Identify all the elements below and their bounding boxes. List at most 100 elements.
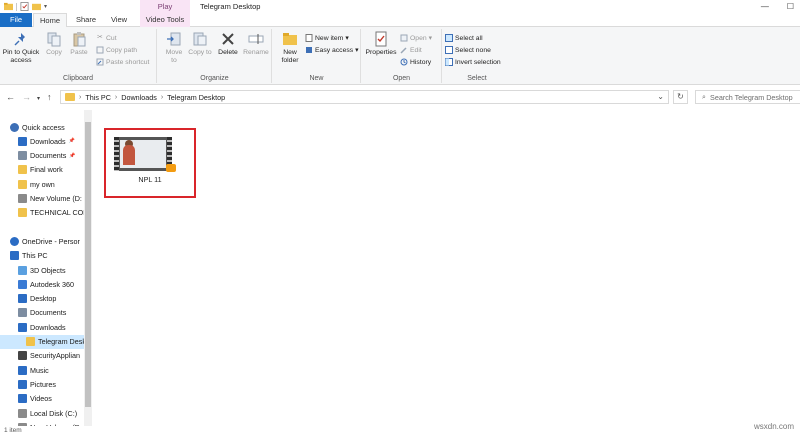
nav-item-label: my own (30, 179, 55, 189)
minimize-button[interactable]: — (761, 0, 769, 13)
edit-button[interactable]: Edit (400, 45, 422, 55)
nav-item[interactable]: Desktop (0, 292, 92, 306)
nav-item[interactable]: Music (0, 363, 92, 377)
chevron-down-icon[interactable]: ⌄ (657, 92, 664, 101)
file-item-npl-11[interactable]: NPL 11 (104, 128, 196, 198)
navigation-bar: ← → ▾ ↑ › This PC › Downloads › Telegram… (0, 85, 800, 109)
nav-item[interactable]: my own (0, 177, 92, 191)
item-count: 1 item (4, 427, 22, 434)
forward-arrow-icon[interactable]: → (22, 91, 31, 103)
delete-button[interactable]: Delete (216, 31, 240, 57)
tab-file[interactable]: File (0, 13, 32, 27)
copy-icon (47, 32, 61, 47)
window-title: Telegram Desktop (200, 2, 261, 11)
nav-item[interactable]: Pictures (0, 377, 92, 391)
copy-to-button[interactable]: Copy to (188, 31, 212, 57)
history-icon (400, 58, 408, 66)
nav-item-label: Desktop (30, 294, 57, 304)
folder-icon (18, 179, 27, 189)
toolbar-divider (16, 2, 17, 11)
history-button[interactable]: History (400, 57, 431, 67)
nav-item-label: OneDrive - Persor (22, 236, 80, 246)
new-item-button[interactable]: New item ▾ (305, 33, 349, 43)
file-explorer-window: ▾ Play Telegram Desktop — ☐ File Home Sh… (0, 0, 800, 435)
folder-icon (18, 165, 27, 175)
nav-item[interactable]: Documents (0, 306, 92, 320)
select-all-button[interactable]: Select all (445, 33, 483, 43)
nav-item[interactable]: Local Disk (C:) (0, 406, 92, 420)
delete-icon (222, 33, 234, 45)
refresh-icon[interactable]: ↻ (673, 90, 688, 104)
copy-path-button[interactable]: Copy path (96, 45, 137, 55)
move-to-icon (167, 32, 181, 46)
select-none-icon (445, 46, 453, 54)
nav-item[interactable]: SecurityApplian (0, 349, 92, 363)
move-to-button[interactable]: Move to (162, 31, 186, 65)
breadcrumb-telegram-desktop[interactable]: Telegram Desktop (167, 93, 225, 102)
recent-locations-chevron-icon[interactable]: ▾ (37, 93, 40, 105)
nav-item[interactable]: Videos (0, 392, 92, 406)
nav-item[interactable]: Downloads (0, 320, 92, 334)
invert-selection-button[interactable]: Invert selection (445, 57, 501, 67)
nav-item[interactable]: TECHNICAL CON (0, 206, 92, 220)
paste-button[interactable]: Paste (68, 31, 90, 57)
new-folder-icon[interactable] (32, 2, 41, 11)
nav-item-label: Quick access (22, 122, 65, 132)
tab-home[interactable]: Home (33, 13, 67, 28)
breadcrumb-this-pc[interactable]: This PC (85, 93, 111, 102)
rename-button[interactable]: Rename (242, 31, 270, 57)
group-clipboard: Pin to Quick access Copy Paste ✂ Cut Cop… (0, 29, 157, 83)
maximize-button[interactable]: ☐ (787, 0, 794, 13)
address-bar[interactable]: › This PC › Downloads › Telegram Desktop… (60, 90, 669, 104)
nav-pane-scrollbar[interactable] (84, 110, 92, 426)
drive-icon (18, 194, 27, 203)
search-box[interactable]: ⌕ Search Telegram Desktop (695, 90, 800, 104)
nav-item[interactable]: Autodesk 360 (0, 277, 92, 291)
open-button[interactable]: Open ▾ (400, 33, 432, 43)
back-arrow-icon[interactable]: ← (6, 91, 15, 103)
star-icon (10, 122, 19, 132)
chevron-down-icon[interactable]: ▾ (44, 3, 47, 10)
paste-shortcut-button[interactable]: Paste shortcut (96, 57, 149, 67)
tab-video-tools[interactable]: Video Tools (140, 13, 190, 27)
music-icon (18, 365, 27, 375)
nav-item[interactable]: This PC (0, 249, 92, 263)
desktop-icon (18, 294, 27, 304)
easy-access-button[interactable]: Easy access ▾ (305, 45, 359, 55)
new-folder-button[interactable]: New folder (277, 31, 303, 65)
group-label-select: Select (467, 75, 487, 82)
properties-button[interactable]: Properties (364, 31, 398, 57)
tab-share[interactable]: Share (70, 13, 102, 27)
group-organize: Move to Copy to Delete Rename Organize (158, 29, 272, 83)
nav-item[interactable]: Telegram Deskt (0, 334, 92, 349)
nav-item[interactable]: Final work (0, 163, 92, 177)
select-none-button[interactable]: Select none (445, 45, 491, 55)
easy-access-icon (306, 47, 312, 53)
download-icon (18, 136, 27, 146)
scrollbar-thumb[interactable] (85, 122, 91, 407)
nav-item-label: Local Disk (C:) (30, 408, 78, 418)
nav-item-label: Final work (30, 165, 63, 175)
breadcrumb-downloads[interactable]: Downloads (121, 93, 157, 102)
watermark: wsxdn.com (753, 422, 794, 431)
tab-view[interactable]: View (104, 13, 134, 27)
nav-item[interactable]: Quick access (0, 120, 92, 134)
copy-button[interactable]: Copy (43, 31, 65, 57)
nav-item[interactable]: Downloads 📌 (0, 134, 92, 148)
folder-icon (26, 337, 35, 346)
pin-to-quick-access-button[interactable]: Pin to Quick access (2, 31, 40, 65)
properties-icon[interactable] (20, 2, 29, 11)
nav-item[interactable]: OneDrive - Persor (0, 234, 92, 248)
new-folder-icon (283, 33, 297, 45)
folder-icon[interactable] (4, 2, 13, 11)
ribbon: Pin to Quick access Copy Paste ✂ Cut Cop… (0, 27, 800, 85)
properties-icon (375, 31, 387, 47)
breadcrumb-separator: › (79, 93, 82, 101)
nav-item-label: Telegram Deskt (38, 337, 88, 346)
nav-item[interactable]: Documents 📌 (0, 149, 92, 163)
cut-button[interactable]: ✂ Cut (96, 33, 116, 43)
nav-item[interactable]: New Volume (D: (0, 192, 92, 206)
breadcrumb-separator: › (114, 93, 118, 101)
nav-item[interactable]: 3D Objects (0, 263, 92, 277)
up-arrow-icon[interactable]: ↑ (47, 91, 52, 103)
